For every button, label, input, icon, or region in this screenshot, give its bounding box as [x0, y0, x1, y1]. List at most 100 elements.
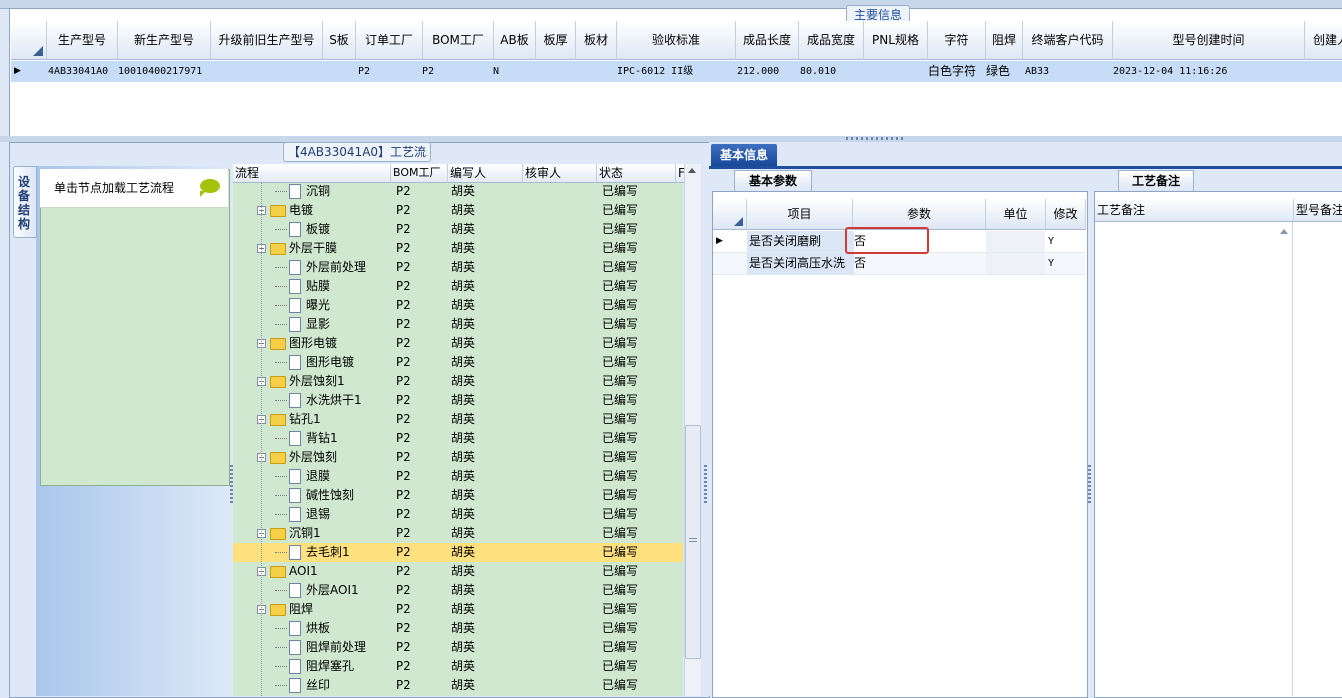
param-unit[interactable]	[986, 253, 1045, 274]
tree-row[interactable]: 退锡 P2 胡英 已编写	[233, 505, 683, 524]
remark-col-process[interactable]: 工艺备注	[1095, 199, 1294, 222]
tree-node[interactable]: − 外层蚀刻1	[257, 372, 345, 391]
tree-node[interactable]: − 电镀	[257, 201, 313, 220]
tree-row[interactable]: − 沉铜1 P2 胡英 已编写	[233, 524, 683, 543]
params-tab[interactable]: 基本参数	[734, 170, 812, 191]
col-header-s-board[interactable]: S板	[323, 21, 356, 60]
params-col-unit[interactable]: 单位	[986, 199, 1046, 230]
tree-row[interactable]: 外层AOI1 P2 胡英 已编写	[233, 581, 683, 600]
col-header-bom-factory[interactable]: BOM工厂	[423, 21, 494, 60]
tree-row[interactable]: 碱性蚀刻 P2 胡英 已编写	[233, 486, 683, 505]
tree-node[interactable]: 阻焊前处理	[275, 638, 366, 657]
col-header-old-model[interactable]: 升级前旧生产型号	[211, 21, 323, 60]
col-header-ab-board[interactable]: AB板	[494, 21, 536, 60]
tree-row[interactable]: 阻焊前处理 P2 胡英 已编写	[233, 638, 683, 657]
side-tab-device-structure[interactable]: 设备结构	[13, 166, 37, 238]
tree-node[interactable]: − 阻焊	[257, 600, 313, 619]
cell-customer[interactable]: AB33	[1025, 61, 1049, 82]
device-structure-box[interactable]	[40, 169, 230, 486]
tree-col-writer[interactable]: 编写人	[448, 164, 523, 183]
tree-col-bom[interactable]: BOM工厂	[391, 164, 448, 183]
flow-tab[interactable]: 【4AB33041A0】工艺流程	[283, 142, 431, 177]
param-value[interactable]: 否	[854, 253, 866, 274]
tree-col-reviewer[interactable]: 核审人	[523, 164, 597, 183]
tree-node[interactable]: 贴膜	[275, 277, 330, 296]
params-col-modified[interactable]: 修改	[1046, 199, 1086, 230]
tree-node[interactable]: 沉铜	[275, 182, 330, 201]
tree-node[interactable]: − 沉铜1	[257, 524, 321, 543]
tree-row[interactable]: − AOI1 P2 胡英 已编写	[233, 562, 683, 581]
col-header-material[interactable]: 板材	[576, 21, 617, 60]
tree-node[interactable]: 退膜	[275, 467, 330, 486]
tree-node[interactable]: 去毛刺1	[275, 543, 350, 562]
params-col-item[interactable]: 项目	[747, 199, 853, 230]
param-unit[interactable]	[986, 231, 1045, 252]
tree-row[interactable]: 烘板 P2 胡英 已编写	[233, 619, 683, 638]
col-header-model[interactable]: 生产型号	[47, 21, 118, 60]
col-header-length[interactable]: 成品长度	[736, 21, 799, 60]
cell-standard[interactable]: IPC-6012 II级	[617, 61, 693, 82]
cell-width[interactable]: 80.010	[800, 61, 836, 82]
cell-length[interactable]: 212.000	[737, 61, 779, 82]
tree-node[interactable]: 图形电镀	[275, 353, 354, 372]
col-header-order-factory[interactable]: 订单工厂	[356, 21, 423, 60]
cell-model[interactable]: 4AB33041A0	[48, 61, 108, 82]
tree-node[interactable]: 碱性蚀刻	[275, 486, 354, 505]
tree-node[interactable]: 烘板	[275, 619, 330, 638]
tree-node[interactable]: 背钻1	[275, 429, 338, 448]
col-header-pnl[interactable]: PNL规格	[864, 21, 928, 60]
col-header-width[interactable]: 成品宽度	[799, 21, 864, 60]
col-header-thickness[interactable]: 板厚	[536, 21, 576, 60]
tree-node[interactable]: 水洗烘干1	[275, 391, 362, 410]
tree-node[interactable]: 显影	[275, 315, 330, 334]
col-header-customer[interactable]: 终端客户代码	[1023, 21, 1113, 60]
cell-ab-board[interactable]: N	[493, 61, 499, 82]
tree-row[interactable]: 外层前处理 P2 胡英 已编写	[233, 258, 683, 277]
tree-node[interactable]: 外层前处理	[275, 258, 366, 277]
tree-col-flow[interactable]: 流程	[233, 164, 391, 183]
tree-row[interactable]: − 电镀 P2 胡英 已编写	[233, 201, 683, 220]
tree-row[interactable]: 曝光 P2 胡英 已编写	[233, 296, 683, 315]
cell-char[interactable]: 白色字符	[928, 61, 976, 82]
col-header-created[interactable]: 型号创建时间	[1113, 21, 1305, 60]
tree-row[interactable]: 水洗烘干1 P2 胡英 已编写	[233, 391, 683, 410]
tree-row[interactable]: 图形电镀 P2 胡英 已编写	[233, 353, 683, 372]
tree-node[interactable]: 阻焊塞孔	[275, 657, 354, 676]
splitter-grip[interactable]	[1088, 465, 1091, 505]
tree-node[interactable]: − 钻孔1	[257, 410, 321, 429]
tree-row[interactable]: − 图形电镀 P2 胡英 已编写	[233, 334, 683, 353]
tree-node[interactable]: 退锡	[275, 505, 330, 524]
tree-node[interactable]: 板镀	[275, 220, 330, 239]
col-header-new-model[interactable]: 新生产型号	[118, 21, 211, 60]
tree-row[interactable]: − 外层蚀刻 P2 胡英 已编写	[233, 448, 683, 467]
remark-tab[interactable]: 工艺备注	[1118, 170, 1194, 191]
scrollbar-thumb[interactable]	[685, 425, 701, 659]
tree-row[interactable]: 显影 P2 胡英 已编写	[233, 315, 683, 334]
tree-row[interactable]: − 外层蚀刻1 P2 胡英 已编写	[233, 372, 683, 391]
params-col-value[interactable]: 参数	[853, 199, 986, 230]
scroll-up-icon[interactable]	[688, 168, 696, 173]
tree-node[interactable]: − AOI1	[257, 562, 318, 581]
cell-new-model[interactable]: 10010400217971	[118, 61, 202, 82]
tree-row[interactable]: 板镀 P2 胡英 已编写	[233, 220, 683, 239]
tree-row[interactable]: 退膜 P2 胡英 已编写	[233, 467, 683, 486]
remark-col-model[interactable]: 型号备注	[1294, 199, 1342, 222]
basic-info-tab[interactable]: 基本信息	[711, 144, 777, 166]
tree-node[interactable]: − 外层蚀刻	[257, 448, 337, 467]
col-header-creator[interactable]: 创建人	[1305, 21, 1342, 60]
tree-node[interactable]: − 图形电镀	[257, 334, 337, 353]
col-header-char[interactable]: 字符	[928, 21, 986, 60]
cell-order-factory[interactable]: P2	[358, 61, 370, 82]
tree-row[interactable]: − 钻孔1 P2 胡英 已编写	[233, 410, 683, 429]
tree-node[interactable]: 外层AOI1	[275, 581, 359, 600]
splitter-grip[interactable]	[704, 465, 707, 505]
tree-row[interactable]: 沉铜 P2 胡英 已编写	[233, 182, 683, 201]
col-header-solder[interactable]: 阻焊	[986, 21, 1023, 60]
tree-row[interactable]: 贴膜 P2 胡英 已编写	[233, 277, 683, 296]
tree-row[interactable]: − 外层干膜 P2 胡英 已编写	[233, 239, 683, 258]
tree-col-status[interactable]: 状态	[597, 164, 676, 183]
tree-node[interactable]: 丝印	[275, 676, 330, 695]
tree-node[interactable]: 曝光	[275, 296, 330, 315]
col-header-standard[interactable]: 验收标准	[617, 21, 736, 60]
tree-row[interactable]: 丝印 P2 胡英 已编写	[233, 676, 683, 695]
